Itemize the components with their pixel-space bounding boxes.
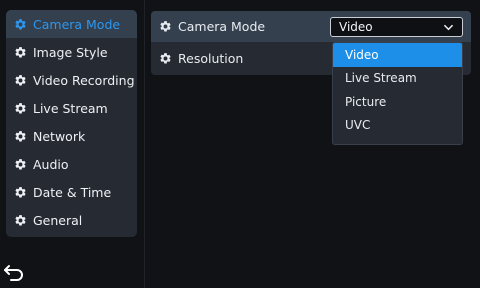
select-value: Video — [339, 20, 373, 34]
sidebar-item-label: Camera Mode — [33, 16, 121, 32]
back-arrow-icon[interactable] — [2, 264, 26, 284]
gear-icon — [14, 214, 27, 227]
sidebar-item-audio[interactable]: Audio — [6, 150, 137, 178]
camera-mode-select[interactable]: Video — [330, 17, 463, 37]
gear-icon — [14, 102, 27, 115]
sidebar-item-network[interactable]: Network — [6, 122, 137, 150]
sidebar: Camera Mode Image Style Video Recording … — [6, 10, 137, 237]
sidebar-item-label: General — [33, 213, 83, 229]
sidebar-item-label: Image Style — [33, 44, 108, 60]
sidebar-item-label: Live Stream — [33, 100, 108, 116]
sidebar-item-label: Audio — [33, 157, 69, 173]
gear-icon — [159, 20, 172, 33]
gear-icon — [14, 18, 27, 31]
gear-icon — [14, 158, 27, 171]
option-live-stream[interactable]: Live Stream — [333, 67, 462, 91]
gear-icon — [159, 52, 172, 65]
panel-divider — [144, 0, 145, 288]
sidebar-item-general[interactable]: General — [6, 207, 137, 235]
camera-mode-dropdown: Video Live Stream Picture UVC — [332, 42, 463, 145]
gear-icon — [14, 130, 27, 143]
sidebar-item-live-stream[interactable]: Live Stream — [6, 94, 137, 122]
sidebar-item-label: Date & Time — [33, 185, 112, 201]
sidebar-item-video-recording[interactable]: Video Recording — [6, 66, 137, 94]
sidebar-item-camera-mode[interactable]: Camera Mode — [6, 10, 137, 39]
option-video[interactable]: Video — [333, 43, 462, 67]
option-picture[interactable]: Picture — [333, 90, 462, 114]
setting-label: Camera Mode — [178, 19, 266, 34]
option-uvc[interactable]: UVC — [333, 114, 462, 138]
gear-icon — [14, 74, 27, 87]
sidebar-item-date-time[interactable]: Date & Time — [6, 179, 137, 207]
gear-icon — [14, 186, 27, 199]
sidebar-item-label: Network — [33, 128, 86, 144]
gear-icon — [14, 46, 27, 59]
sidebar-item-label: Video Recording — [33, 72, 135, 88]
setting-label: Resolution — [178, 51, 244, 66]
sidebar-item-image-style[interactable]: Image Style — [6, 38, 137, 66]
chevron-down-icon — [444, 24, 453, 31]
